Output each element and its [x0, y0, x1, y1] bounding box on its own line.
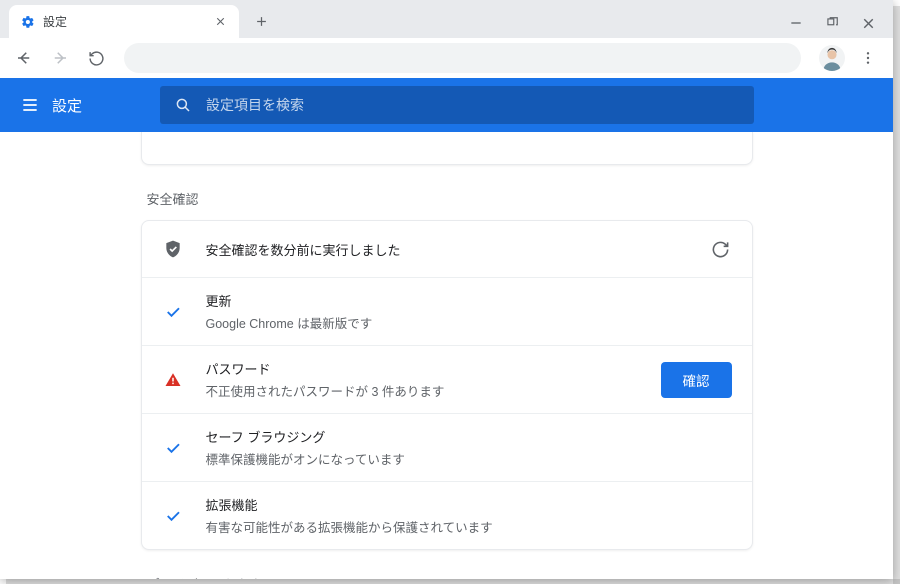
item-desc: 不正使用されたパスワードが 3 件あります	[206, 381, 649, 400]
item-desc: Google Chrome は最新版です	[206, 313, 732, 332]
settings-search-input[interactable]	[206, 97, 740, 113]
profile-avatar[interactable]	[819, 45, 845, 71]
safety-item-passwords[interactable]: パスワード 不正使用されたパスワードが 3 件あります 確認	[142, 345, 752, 413]
previous-card-bottom	[141, 132, 753, 165]
item-desc: 標準保護機能がオンになっています	[206, 449, 732, 468]
check-icon	[162, 303, 184, 321]
safety-item-safe-browsing[interactable]: セーフ ブラウジング 標準保護機能がオンになっています	[142, 413, 752, 481]
kebab-menu-icon[interactable]	[853, 43, 883, 73]
tab-strip: 設定	[0, 0, 893, 38]
item-title: パスワード	[206, 359, 649, 378]
back-button[interactable]	[8, 42, 40, 74]
check-icon	[162, 439, 184, 457]
close-icon[interactable]	[213, 15, 227, 29]
browser-toolbar	[0, 38, 893, 78]
safety-item-updates[interactable]: 更新 Google Chrome は最新版です	[142, 277, 752, 345]
minimize-icon[interactable]	[787, 14, 805, 32]
settings-title: 設定	[52, 95, 82, 116]
tab-title: 設定	[43, 13, 205, 30]
browser-window: 設定	[0, 0, 893, 579]
check-icon	[162, 507, 184, 525]
new-tab-button[interactable]	[247, 7, 275, 35]
gear-icon	[21, 15, 35, 29]
tab-settings[interactable]: 設定	[9, 5, 239, 38]
forward-button[interactable]	[44, 42, 76, 74]
window-controls	[787, 14, 893, 38]
safety-check-card: 安全確認を数分前に実行しました 更新 Google Chrome は最新版です	[141, 220, 753, 550]
confirm-button[interactable]: 確認	[661, 362, 732, 398]
safety-check-status: 安全確認を数分前に実行しました	[206, 240, 698, 259]
item-title: 拡張機能	[206, 495, 732, 514]
reload-button[interactable]	[80, 42, 112, 74]
item-title: 更新	[206, 291, 732, 310]
settings-content: 安全確認 安全確認を数分前に実行しました 更新	[0, 132, 893, 579]
hamburger-icon[interactable]	[10, 85, 50, 125]
maximize-icon[interactable]	[823, 14, 841, 32]
refresh-icon[interactable]	[710, 238, 732, 260]
settings-search[interactable]	[160, 86, 754, 124]
item-title: セーフ ブラウジング	[206, 427, 732, 446]
safety-item-extensions[interactable]: 拡張機能 有害な可能性がある拡張機能から保護されています	[142, 481, 752, 549]
search-icon	[174, 96, 192, 114]
shield-check-icon	[162, 239, 184, 259]
section-label-safety: 安全確認	[147, 189, 753, 208]
settings-header: 設定	[0, 78, 893, 132]
item-desc: 有害な可能性がある拡張機能から保護されています	[206, 517, 732, 536]
safety-check-header-row: 安全確認を数分前に実行しました	[142, 221, 752, 277]
warning-icon	[162, 371, 184, 389]
window-close-icon[interactable]	[859, 14, 877, 32]
address-bar[interactable]	[124, 43, 801, 73]
